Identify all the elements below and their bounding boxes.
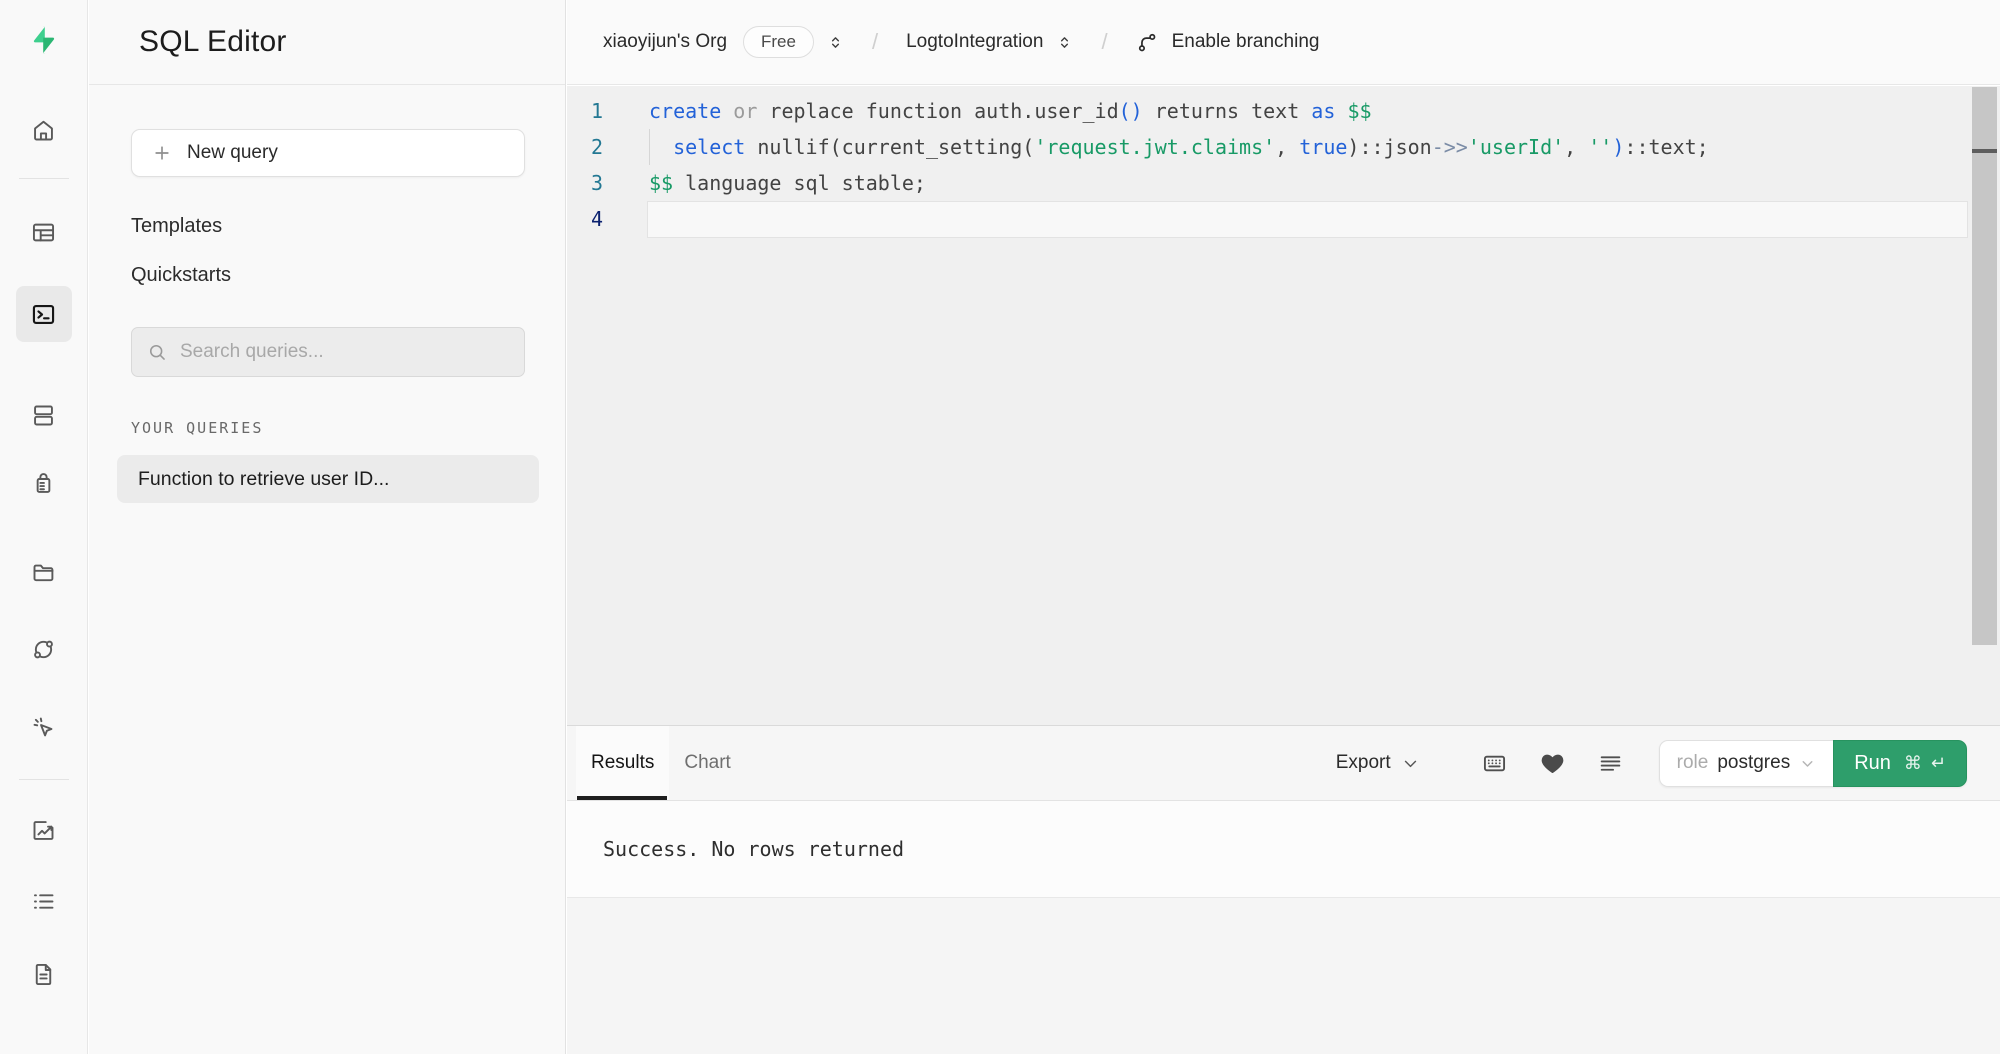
rail-divider <box>19 178 69 179</box>
main-area: xiaoyijun's Org Free / LogtoIntegration … <box>567 0 2000 1054</box>
role-run-control: role postgres Run ⌘ ↵ <box>1659 740 1967 787</box>
your-queries-label: YOUR QUERIES <box>131 419 525 437</box>
sidebar-item-edge-functions[interactable] <box>22 627 66 671</box>
api-docs-file-icon <box>30 961 57 988</box>
auth-lock-icon <box>30 470 57 497</box>
templates-link[interactable]: Templates <box>131 215 222 238</box>
run-shortcut: ⌘ ↵ <box>1904 753 1946 774</box>
search-box <box>131 327 525 377</box>
database-icon <box>30 402 57 429</box>
results-toolbar: Results Chart Export <box>567 725 2000 801</box>
code-area[interactable]: 1create or replace function auth.user_id… <box>567 86 2000 725</box>
format-lines-button[interactable] <box>1593 745 1629 781</box>
supabase-logo-icon <box>28 24 60 56</box>
sidebar-item-reports[interactable] <box>22 808 66 852</box>
role-selector[interactable]: role postgres <box>1659 740 1834 787</box>
project-switcher-button[interactable] <box>1056 32 1073 53</box>
line-number: 1 <box>567 93 647 129</box>
logs-list-icon <box>30 888 57 915</box>
org-switcher-button[interactable] <box>827 32 844 53</box>
sidebar-item-home[interactable] <box>22 108 66 152</box>
heart-icon <box>1540 751 1565 776</box>
project-breadcrumb[interactable]: LogtoIntegration <box>906 31 1043 53</box>
plus-icon <box>152 143 172 163</box>
search-queries-input[interactable] <box>180 341 509 363</box>
code-line-text: create or replace function auth.user_id(… <box>649 93 1372 129</box>
role-label: role <box>1677 752 1709 774</box>
queries-panel: SQL Editor New query Templates Quickstar… <box>89 0 566 1054</box>
panel-body: New query Templates Quickstarts YOUR QUE… <box>89 85 565 503</box>
new-query-button[interactable]: New query <box>131 129 525 177</box>
run-label: Run <box>1854 752 1891 775</box>
code-line-2[interactable]: 2 select nullif(current_setting('request… <box>567 129 2000 165</box>
realtime-cursor-icon <box>30 714 57 741</box>
code-line-1[interactable]: 1create or replace function auth.user_id… <box>567 93 2000 129</box>
storage-folder-icon <box>30 559 57 586</box>
line-number: 4 <box>567 201 647 237</box>
table-editor-icon <box>30 219 57 246</box>
home-icon <box>30 117 57 144</box>
new-query-label: New query <box>187 142 278 164</box>
chevron-down-icon <box>1402 755 1419 772</box>
code-line-3[interactable]: 3$$ language sql stable; <box>567 165 2000 201</box>
export-label: Export <box>1336 752 1391 774</box>
breadcrumb-bar: xiaoyijun's Org Free / LogtoIntegration … <box>567 0 2000 85</box>
code-line-text: select nullif(current_setting('request.j… <box>649 129 1709 165</box>
export-button[interactable]: Export <box>1336 752 1419 774</box>
enable-branching-button[interactable]: Enable branching <box>1136 31 1320 54</box>
favorite-button[interactable] <box>1535 745 1571 781</box>
query-status-message: Success. No rows returned <box>567 801 2000 898</box>
align-left-icon <box>1598 751 1623 776</box>
sidebar-item-database[interactable] <box>22 393 66 437</box>
chevrons-up-down-icon <box>827 32 844 53</box>
role-value: postgres <box>1717 752 1790 774</box>
keyboard-shortcuts-button[interactable] <box>1477 745 1513 781</box>
results-tabs: Results Chart <box>567 726 746 800</box>
sql-editor-icon <box>30 301 57 328</box>
tab-results[interactable]: Results <box>576 726 669 800</box>
git-branch-icon <box>1136 31 1159 54</box>
toolbar-right-group: Export <box>1336 740 1967 787</box>
breadcrumb-separator: / <box>872 29 878 55</box>
chevrons-up-down-icon <box>1056 32 1073 53</box>
keyboard-icon <box>1482 751 1507 776</box>
quickstarts-link[interactable]: Quickstarts <box>131 264 231 287</box>
enable-branching-label: Enable branching <box>1172 31 1320 53</box>
panel-header: SQL Editor <box>89 0 565 85</box>
editor-scrollbar[interactable] <box>1972 87 1997 645</box>
cmd-key-glyph: ⌘ <box>1904 753 1922 774</box>
code-line-text: $$ language sql stable; <box>649 165 926 201</box>
enter-key-glyph: ↵ <box>1931 753 1946 774</box>
code-editor[interactable]: 1create or replace function auth.user_id… <box>567 86 2000 725</box>
tab-chart[interactable]: Chart <box>669 726 745 800</box>
chevron-down-icon <box>1799 755 1816 772</box>
line-number: 3 <box>567 165 647 201</box>
edge-functions-icon <box>30 636 57 663</box>
sidebar-item-storage[interactable] <box>22 550 66 594</box>
sidebar-item-api-docs[interactable] <box>22 952 66 996</box>
sql-editor-app: SQL Editor New query Templates Quickstar… <box>0 0 2000 1054</box>
page-title: SQL Editor <box>139 25 287 59</box>
rail-divider <box>19 779 69 780</box>
sidebar-item-authentication[interactable] <box>22 461 66 505</box>
scrollbar-cursor-marker <box>1972 149 1997 153</box>
plan-badge: Free <box>743 26 814 58</box>
run-button[interactable]: Run ⌘ ↵ <box>1833 740 1967 787</box>
org-breadcrumb[interactable]: xiaoyijun's Org <box>603 31 727 53</box>
sidebar-item-sql-editor[interactable] <box>16 286 72 342</box>
sidebar-item-logs[interactable] <box>22 879 66 923</box>
breadcrumb-separator: / <box>1101 29 1107 55</box>
code-line-4[interactable]: 4 <box>567 201 2000 237</box>
query-list-item[interactable]: Function to retrieve user ID... <box>117 455 539 503</box>
sidebar-item-realtime[interactable] <box>22 705 66 749</box>
line-number: 2 <box>567 129 647 165</box>
nav-rail <box>0 0 88 1054</box>
supabase-logo[interactable] <box>24 20 64 60</box>
reports-chart-icon <box>30 817 57 844</box>
results-section: Results Chart Export <box>567 725 2000 1054</box>
search-icon <box>147 342 168 363</box>
sidebar-item-table-editor[interactable] <box>22 210 66 254</box>
